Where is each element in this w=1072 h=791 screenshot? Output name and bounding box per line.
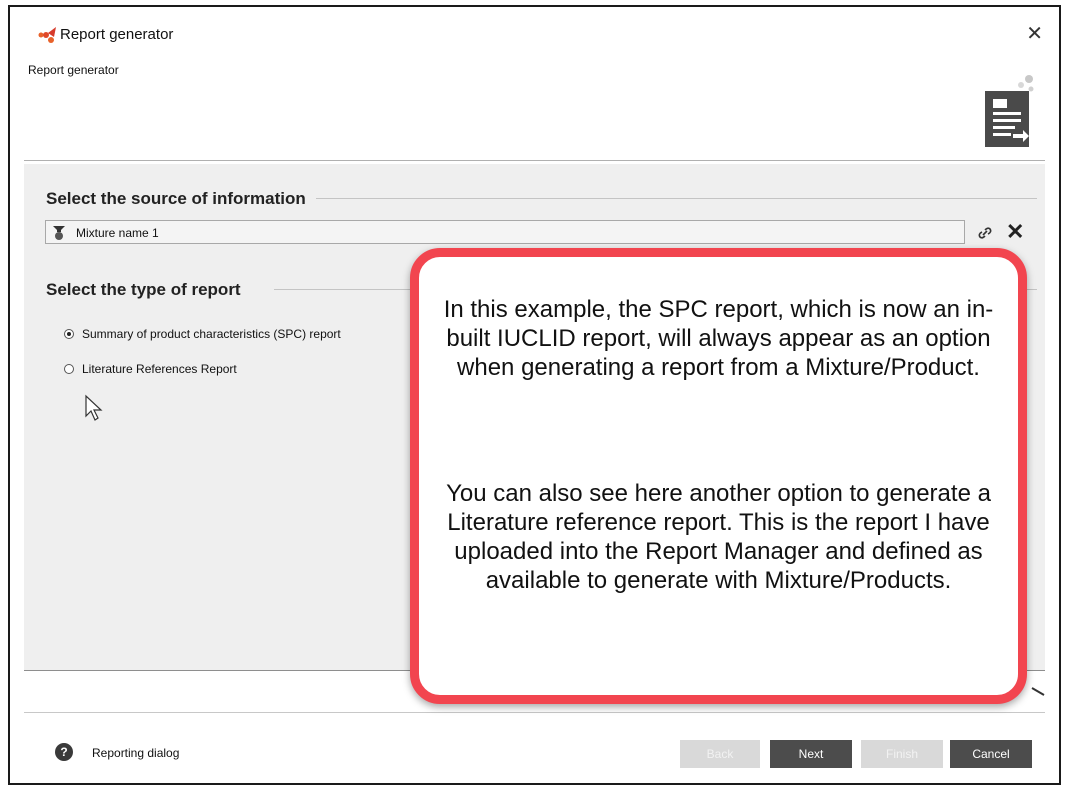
header-separator: [24, 160, 1045, 161]
mixture-icon: [53, 226, 65, 240]
source-section-line: [284, 198, 1037, 199]
resize-grip-icon: [1031, 687, 1045, 696]
radio-button-selected[interactable]: [64, 329, 74, 339]
report-type-section-title: Select the type of report: [46, 280, 251, 300]
next-button[interactable]: Next: [770, 740, 852, 768]
report-option-label: Literature References Report: [82, 362, 237, 376]
link-icon[interactable]: [976, 225, 994, 241]
app-logo-icon: [38, 27, 56, 43]
radio-button[interactable]: [64, 364, 74, 374]
footer-separator: [24, 712, 1045, 713]
title-bar: Report generator ✕: [10, 7, 1059, 59]
source-field[interactable]: Mixture name 1: [45, 220, 965, 244]
source-value: Mixture name 1: [76, 226, 159, 240]
close-icon[interactable]: ✕: [1026, 21, 1043, 46]
report-document-icon: [985, 75, 1034, 147]
help-label: Reporting dialog: [92, 746, 180, 760]
annotation-callout: In this example, the SPC report, which i…: [410, 248, 1027, 704]
mouse-cursor-icon: [85, 394, 103, 421]
report-option-label: Summary of product characteristics (SPC)…: [82, 327, 341, 341]
window-title: Report generator: [60, 26, 174, 43]
help-icon[interactable]: ?: [55, 743, 73, 761]
finish-button[interactable]: Finish: [861, 740, 943, 768]
callout-paragraph-2: You can also see here another option to …: [446, 480, 991, 594]
source-section-title: Select the source of information: [46, 189, 316, 209]
dialog-subtitle: Report generator: [28, 63, 119, 77]
callout-paragraph-1: In this example, the SPC report, which i…: [443, 296, 994, 381]
clear-icon[interactable]: ✕: [1006, 220, 1024, 244]
cancel-button[interactable]: Cancel: [950, 740, 1032, 768]
back-button[interactable]: Back: [680, 740, 760, 768]
